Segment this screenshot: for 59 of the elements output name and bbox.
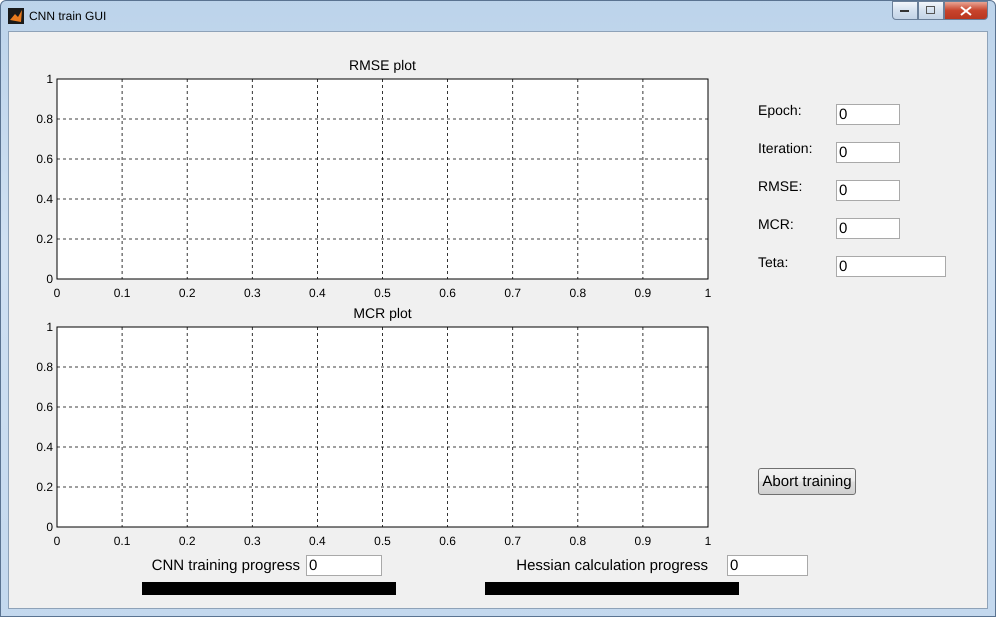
x-tick-label: 1 bbox=[704, 286, 712, 300]
minimize-icon bbox=[900, 8, 910, 12]
y-tick-label: 1 bbox=[46, 320, 53, 334]
x-tick-label: 0.2 bbox=[178, 534, 196, 548]
y-tick-label: 0 bbox=[46, 520, 53, 534]
stat-field[interactable]: 0 bbox=[836, 104, 900, 125]
x-tick-label: 0.6 bbox=[439, 286, 456, 300]
x-tick-label: 0.1 bbox=[114, 534, 130, 548]
stat-field[interactable]: 0 bbox=[836, 142, 900, 163]
x-tick-label: 0 bbox=[54, 534, 60, 548]
x-tick-label: 0.8 bbox=[569, 534, 586, 548]
y-tick-label: 1 bbox=[46, 72, 53, 86]
y-tick-label: 0 bbox=[46, 272, 53, 286]
x-tick-label: 0.8 bbox=[569, 286, 586, 300]
stat-field[interactable]: 0 bbox=[836, 256, 946, 277]
stat-label: Iteration: bbox=[758, 140, 814, 156]
y-tick-label: 0.6 bbox=[36, 152, 53, 166]
stat-field[interactable]: 0 bbox=[836, 218, 900, 239]
y-tick-label: 0.2 bbox=[36, 480, 53, 494]
stat-label: RMSE: bbox=[758, 178, 804, 194]
x-tick-label: 0.4 bbox=[309, 534, 326, 548]
x-tick-label: 1 bbox=[704, 534, 712, 548]
progress-label: CNN training progress bbox=[152, 557, 300, 574]
y-tick-label: 0.8 bbox=[36, 360, 53, 374]
x-tick-label: 0.1 bbox=[114, 286, 130, 300]
x-tick-label: 0.5 bbox=[374, 534, 391, 548]
plot-title: RMSE plot bbox=[349, 57, 416, 73]
x-tick-label: 0.2 bbox=[178, 286, 196, 300]
stat-field[interactable]: 0 bbox=[836, 180, 900, 201]
x-tick-label: 0.5 bbox=[374, 286, 391, 300]
x-tick-label: 0.6 bbox=[439, 534, 456, 548]
x-tick-label: 0 bbox=[54, 286, 60, 300]
stat-label: Teta: bbox=[758, 254, 790, 270]
y-tick-label: 0.4 bbox=[36, 440, 53, 454]
stat-label: Epoch: bbox=[758, 102, 803, 118]
close-icon bbox=[960, 6, 972, 16]
x-tick-label: 0.4 bbox=[309, 286, 326, 300]
minimize-button[interactable] bbox=[892, 1, 918, 20]
x-tick-label: 0.7 bbox=[504, 534, 522, 548]
progress-value-field[interactable]: 0 bbox=[727, 555, 808, 576]
progress-value-field[interactable]: 0 bbox=[306, 555, 382, 576]
x-tick-label: 0.3 bbox=[244, 286, 261, 300]
window-title: CNN train GUI bbox=[29, 9, 108, 23]
y-tick-label: 0.8 bbox=[36, 112, 53, 126]
x-tick-label: 0.9 bbox=[634, 286, 652, 300]
maximize-button[interactable] bbox=[918, 1, 944, 20]
close-button[interactable] bbox=[944, 1, 988, 20]
plot-title: MCR plot bbox=[353, 305, 412, 321]
stat-label: MCR: bbox=[758, 216, 795, 232]
y-tick-label: 0.6 bbox=[36, 400, 53, 414]
maximize-icon bbox=[926, 6, 936, 15]
x-tick-label: 0.7 bbox=[504, 286, 522, 300]
x-tick-label: 0.3 bbox=[244, 534, 261, 548]
x-tick-label: 0.9 bbox=[634, 534, 652, 548]
y-tick-label: 0.4 bbox=[36, 192, 53, 206]
app-logo-icon bbox=[8, 8, 24, 24]
y-tick-label: 0.2 bbox=[36, 232, 53, 246]
abort-training-button[interactable]: Abort training bbox=[758, 468, 856, 495]
progress-label: Hessian calculation progress bbox=[516, 557, 708, 574]
